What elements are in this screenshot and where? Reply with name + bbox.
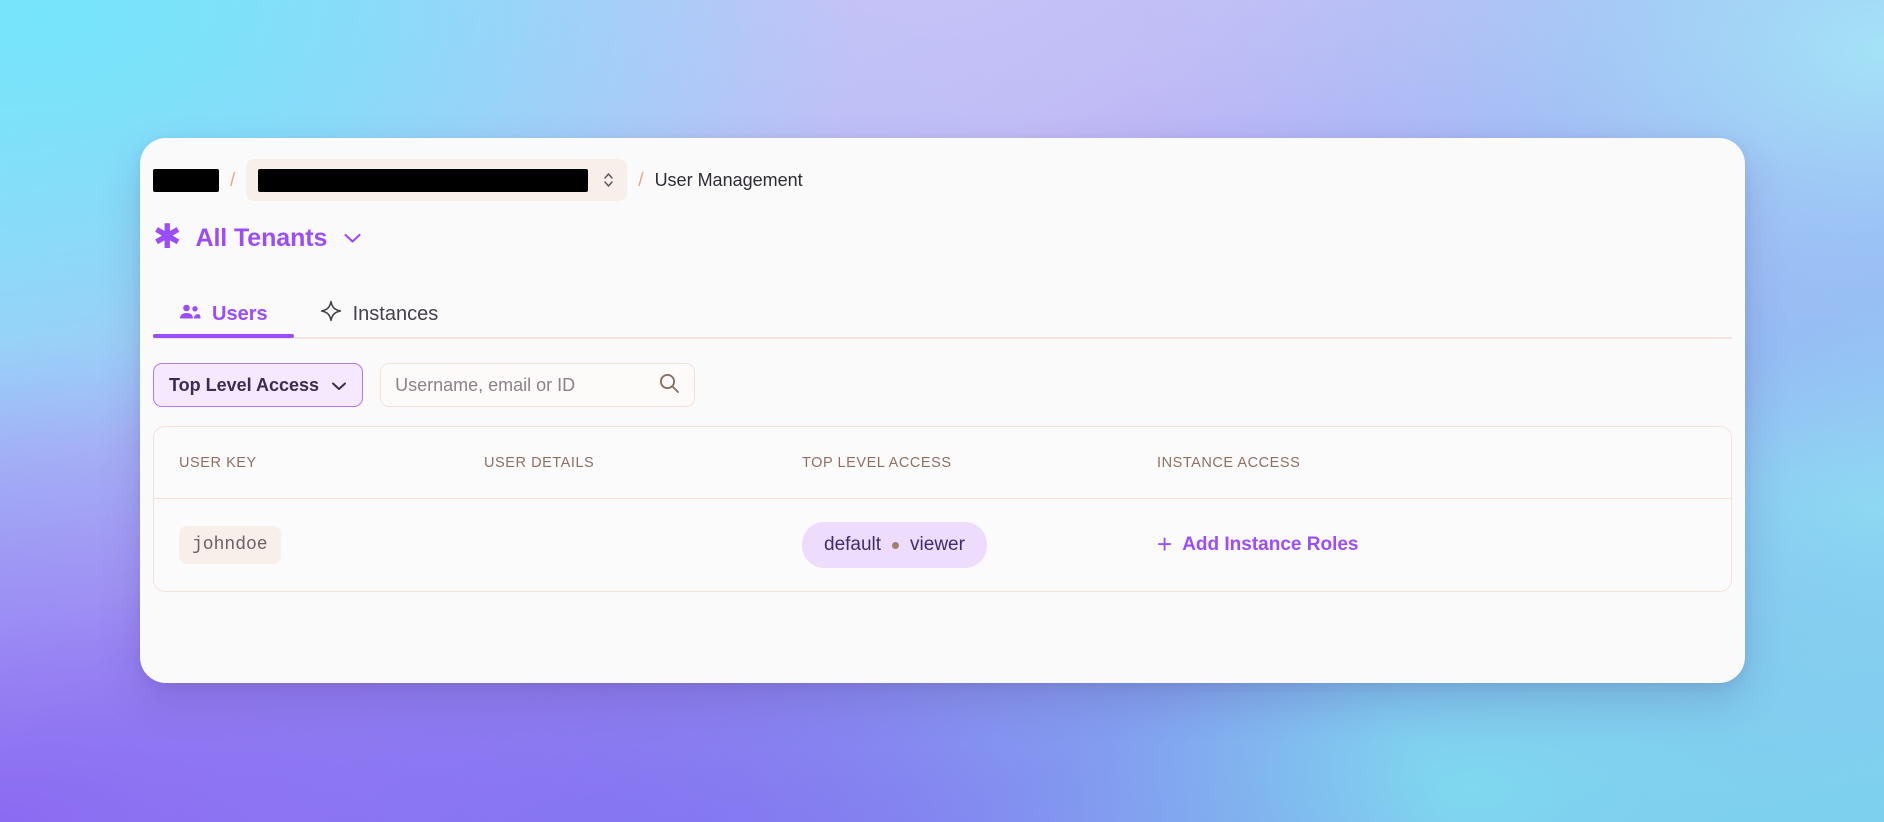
cell-instance-access: + Add Instance Roles xyxy=(1157,528,1731,559)
search-input[interactable] xyxy=(395,374,651,396)
add-instance-roles-label: Add Instance Roles xyxy=(1182,533,1359,555)
tab-instances-label: Instances xyxy=(352,302,439,325)
people-icon xyxy=(179,303,201,326)
breadcrumb-separator-2: / xyxy=(638,169,644,191)
search-field-wrapper[interactable] xyxy=(380,363,696,407)
table-header-row: USER KEY USER DETAILS TOP LEVEL ACCESS I… xyxy=(154,427,1731,499)
breadcrumb-project-selector[interactable] xyxy=(246,159,628,201)
filter-dropdown-label: Top Level Access xyxy=(169,374,320,395)
breadcrumb-project-redacted xyxy=(258,168,589,192)
add-instance-roles-button[interactable]: + Add Instance Roles xyxy=(1157,528,1359,559)
chevron-up-down-icon xyxy=(602,170,615,190)
role-name-label: viewer xyxy=(910,534,965,555)
column-header-top-level-access: TOP LEVEL ACCESS xyxy=(802,454,952,471)
role-scope-label: default xyxy=(824,534,882,555)
sparkle-icon xyxy=(320,300,342,328)
breadcrumb: / / User Management xyxy=(153,158,803,202)
breadcrumb-current-page: User Management xyxy=(654,169,803,190)
filter-bar: Top Level Access xyxy=(153,363,696,407)
tab-instances[interactable]: Instances xyxy=(294,290,465,338)
tenant-selector-label: All Tenants xyxy=(195,223,328,252)
asterisk-icon: ✱ xyxy=(153,217,182,256)
breadcrumb-separator-1: / xyxy=(230,169,236,191)
cell-top-level-access: default viewer xyxy=(802,522,1157,568)
top-level-access-filter-dropdown[interactable]: Top Level Access xyxy=(153,363,364,407)
user-key-pill: johndoe xyxy=(179,526,281,564)
table-row[interactable]: johndoe default viewer + Add Instance Ro… xyxy=(154,499,1731,591)
role-badge[interactable]: default viewer xyxy=(802,522,987,568)
plus-icon: + xyxy=(1157,528,1173,559)
tenant-selector-heading[interactable]: ✱ All Tenants xyxy=(153,218,362,258)
search-icon[interactable] xyxy=(658,372,680,399)
cell-user-key: johndoe xyxy=(154,526,484,564)
tab-bar: Users Instances xyxy=(153,290,1732,342)
column-header-instance-access: INSTANCE ACCESS xyxy=(1157,454,1301,471)
role-separator-dot-icon xyxy=(892,541,900,549)
tab-active-underline xyxy=(153,334,294,338)
tab-users-label: Users xyxy=(212,302,268,325)
tab-users[interactable]: Users xyxy=(153,290,294,338)
column-header-user-key: USER KEY xyxy=(179,454,257,471)
column-header-user-details: USER DETAILS xyxy=(484,454,595,471)
user-management-card: / / User Management ✱ All Tenants Users … xyxy=(140,138,1745,683)
breadcrumb-org-redacted[interactable] xyxy=(153,168,219,192)
chevron-down-icon xyxy=(331,375,347,396)
chevron-down-icon xyxy=(343,231,362,249)
users-table: USER KEY USER DETAILS TOP LEVEL ACCESS I… xyxy=(153,426,1732,592)
